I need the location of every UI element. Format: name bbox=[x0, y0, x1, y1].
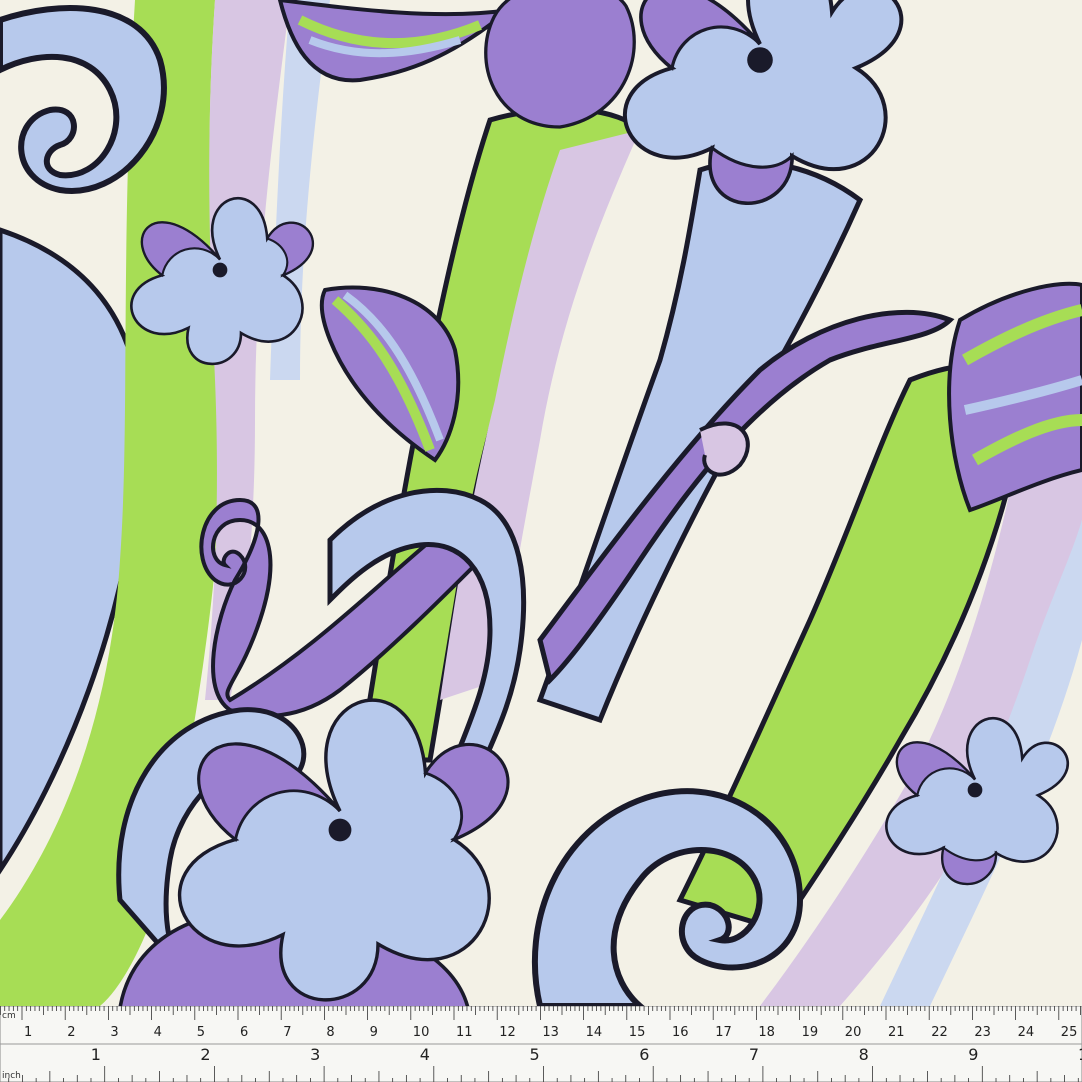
inch-number: 1 bbox=[91, 1045, 101, 1064]
cm-number: 1 bbox=[24, 1025, 32, 1040]
cm-number: 17 bbox=[715, 1025, 732, 1040]
inch-unit-label: inch bbox=[2, 1071, 21, 1081]
inch-number: 8 bbox=[859, 1045, 869, 1064]
cm-number: 3 bbox=[110, 1025, 118, 1040]
inch-number: 10 bbox=[1078, 1045, 1082, 1064]
cm-number: 25 bbox=[1061, 1025, 1078, 1040]
cm-number: 22 bbox=[931, 1025, 948, 1040]
cm-number: 21 bbox=[888, 1025, 905, 1040]
cm-number: 5 bbox=[197, 1025, 205, 1040]
cm-number: 19 bbox=[802, 1025, 819, 1040]
cm-number: 11 bbox=[456, 1025, 473, 1040]
cm-number: 9 bbox=[370, 1025, 378, 1040]
inch-number: 3 bbox=[310, 1045, 320, 1064]
inch-number: 4 bbox=[420, 1045, 430, 1064]
cm-number: 10 bbox=[413, 1025, 430, 1040]
cm-number: 13 bbox=[542, 1025, 559, 1040]
inch-number: 9 bbox=[968, 1045, 978, 1064]
cm-number: 2 bbox=[67, 1025, 75, 1040]
cm-number: 14 bbox=[586, 1025, 603, 1040]
cm-number: 7 bbox=[283, 1025, 291, 1040]
cm-number: 23 bbox=[974, 1025, 991, 1040]
cm-number: 24 bbox=[1018, 1025, 1035, 1040]
inch-number: 6 bbox=[639, 1045, 649, 1064]
cm-number: 15 bbox=[629, 1025, 646, 1040]
cm-number: 16 bbox=[672, 1025, 689, 1040]
cm-number: 18 bbox=[758, 1025, 775, 1040]
fabric-swatch-photo: 1 2 3 4 5 6 7 8 9 10 11 12 13 14 15 16 17 18 19 20 21 22 23 24 2… bbox=[0, 0, 1082, 1082]
floral-print-fabric bbox=[0, 0, 1082, 1006]
inch-number: 2 bbox=[200, 1045, 210, 1064]
cm-number: 6 bbox=[240, 1025, 248, 1040]
cm-unit-label: cm bbox=[2, 1011, 16, 1021]
inch-number: 5 bbox=[530, 1045, 540, 1064]
cm-number: 8 bbox=[326, 1025, 334, 1040]
cm-number: 12 bbox=[499, 1025, 516, 1040]
cm-number: 20 bbox=[845, 1025, 862, 1040]
inch-number: 7 bbox=[749, 1045, 759, 1064]
measuring-ruler: 1 2 3 4 5 6 7 8 9 10 11 12 13 14 15 16 17 18 19 20 21 22 23 24 2… bbox=[0, 1006, 1082, 1082]
cm-number: 4 bbox=[154, 1025, 162, 1040]
leaf-right bbox=[947, 281, 1082, 513]
